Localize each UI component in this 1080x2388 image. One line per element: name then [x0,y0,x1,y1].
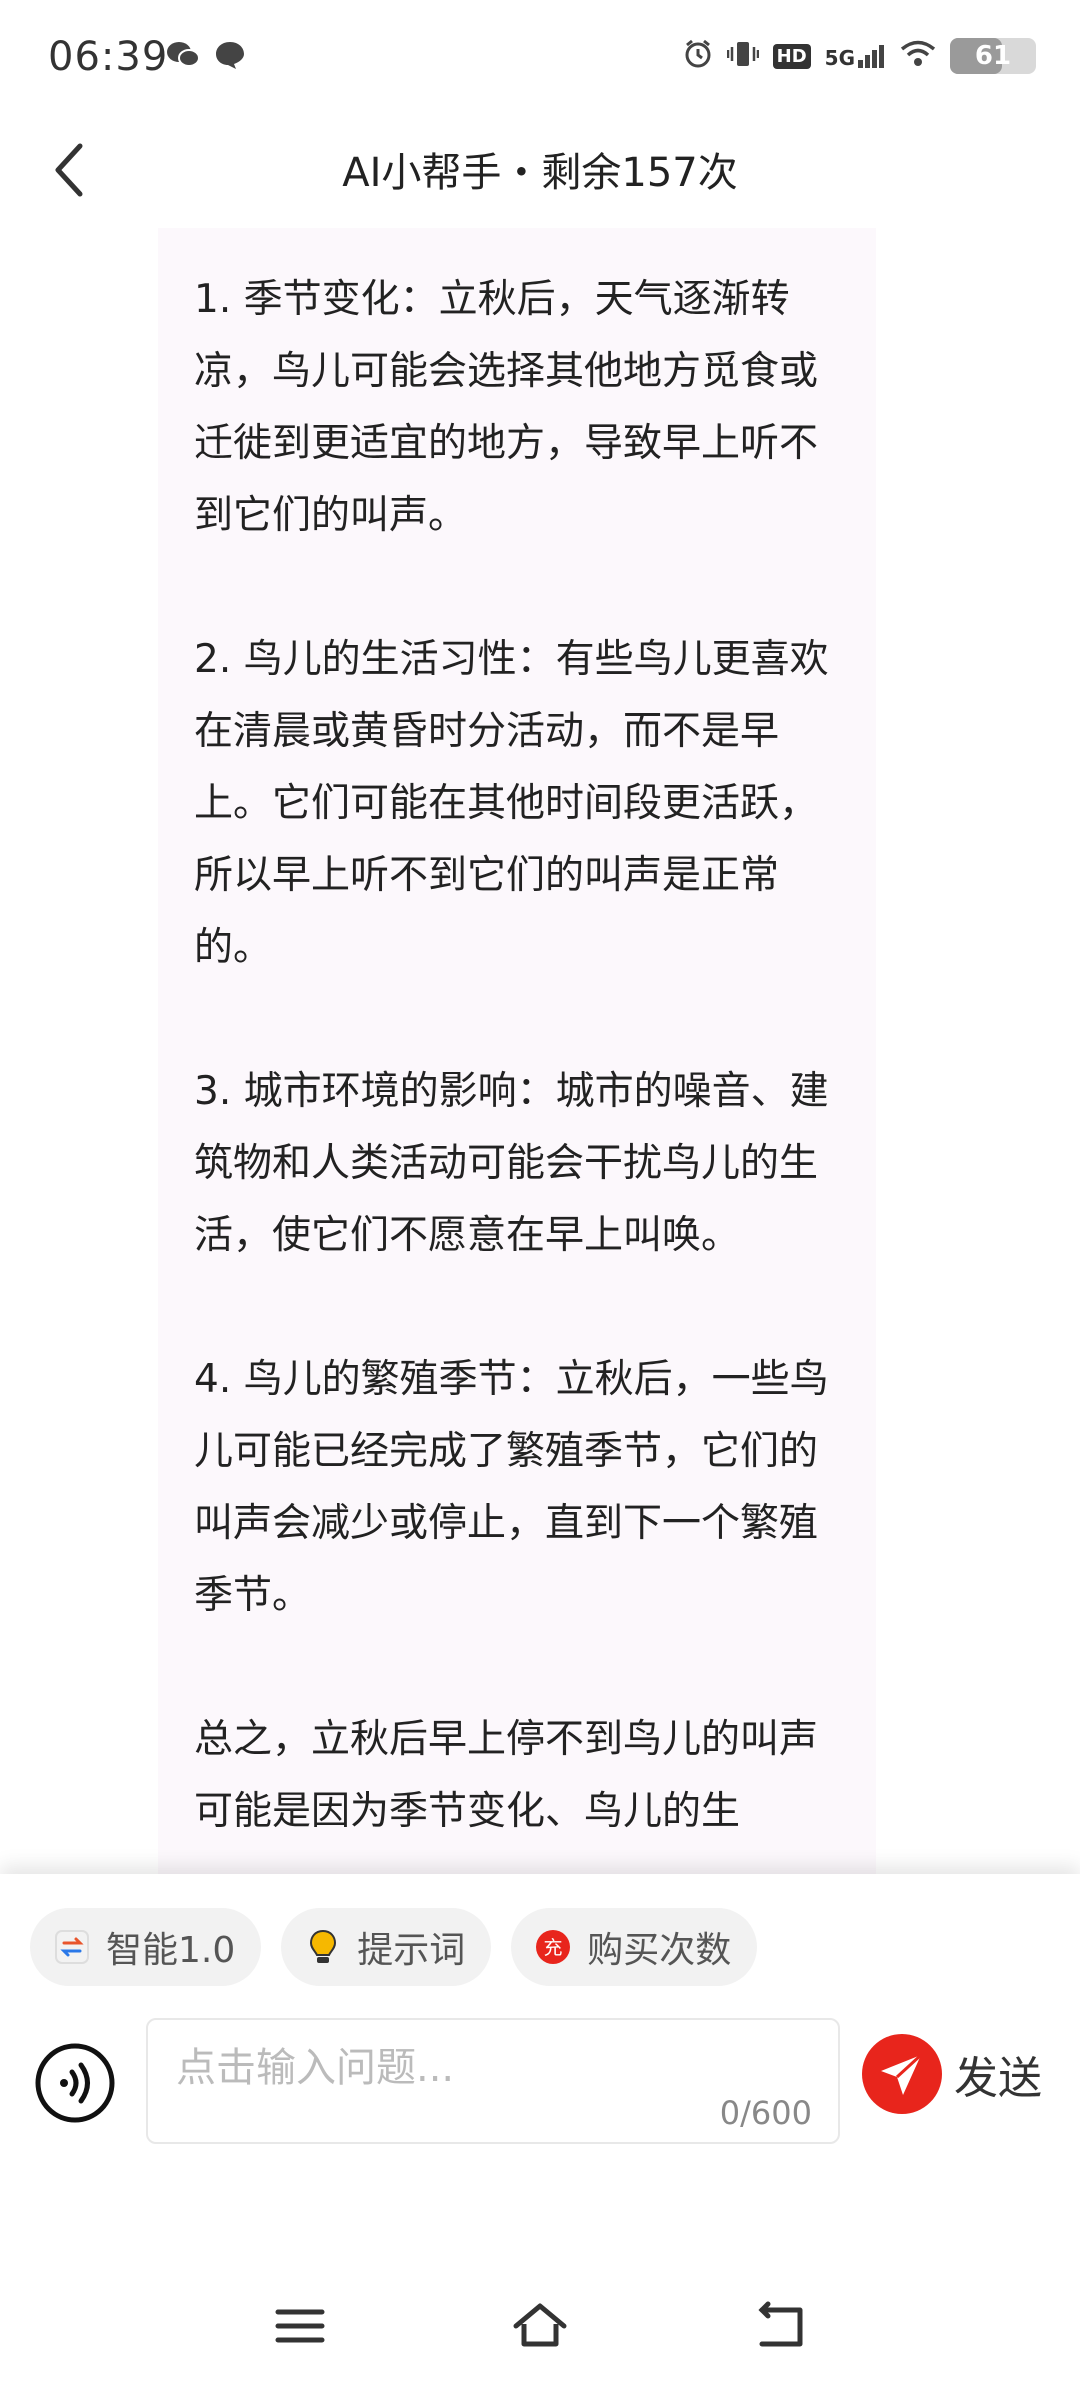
system-nav-bar [0,2280,1080,2370]
signal-icon: 5G [825,44,886,68]
paper-plane-icon [862,2034,942,2114]
vibrate-icon [726,39,759,73]
assistant-message-text: 1. 季节变化：立秋后，天气逐渐转凉，鸟儿可能会选择其他地方觅食或迁徙到更适宜的… [194,277,829,1834]
recharge-icon-text: 充 [544,1937,563,1959]
alarm-icon [683,39,713,73]
home-button[interactable] [508,2294,572,2358]
question-input[interactable] [174,2042,798,2094]
network-type: 5G [824,46,855,70]
menu-button[interactable] [268,2294,332,2358]
assistant-message-bubble: 1. 季节变化：立秋后，天气逐渐转凉，鸟儿可能会选择其他地方觅食或迁徙到更适宜的… [158,228,876,1878]
notification-icons [166,40,246,74]
nav-back-button[interactable] [748,2294,812,2358]
recharge-icon: 充 [533,1927,573,1967]
lightbulb-icon [303,1927,343,1967]
menu-icon [275,2309,325,2343]
chip-prompts[interactable]: 提示词 [281,1908,492,1986]
back-icon [758,2301,803,2347]
swap-icon [52,1927,92,1967]
wifi-icon [900,40,936,72]
header: AI小帮手・剩余157次 [0,118,1080,228]
char-counter: 0/600 [719,2094,812,2132]
wechat-icon [166,40,200,74]
chat-area[interactable]: 1. 季节变化：立秋后，天气逐渐转凉，鸟儿可能会选择其他地方觅食或迁徙到更适宜的… [0,228,1080,1878]
hd-icon: HD [772,43,811,69]
chip-buy-label: 购买次数 [587,1930,732,1971]
page-title: AI小帮手・剩余157次 [342,150,738,196]
send-button[interactable]: 发送 [862,2034,1042,2114]
send-label: 发送 [954,2053,1042,2104]
chip-buy[interactable]: 充 购买次数 [511,1908,758,1986]
status-bar: 06:39 HD 5G 61 [0,0,1080,118]
battery-level: 61 [974,41,1012,71]
home-icon [513,2303,567,2347]
question-input-box[interactable]: 0/600 [146,2018,840,2144]
input-row: 0/600 发送 [0,2018,1080,2148]
chip-model[interactable]: 智能1.0 [30,1908,262,1986]
voice-input-button[interactable] [34,2042,116,2124]
chip-prompts-label: 提示词 [357,1930,466,1971]
battery-icon: 61 [950,38,1036,74]
message-icon [214,40,246,74]
system-icons: HD 5G 61 [683,38,1036,74]
chip-model-label: 智能1.0 [106,1930,236,1971]
status-time: 06:39 [48,34,169,80]
quick-chips: 智能1.0 提示词 充 购买次数 [30,1908,758,1986]
voice-icon [35,2043,115,2123]
